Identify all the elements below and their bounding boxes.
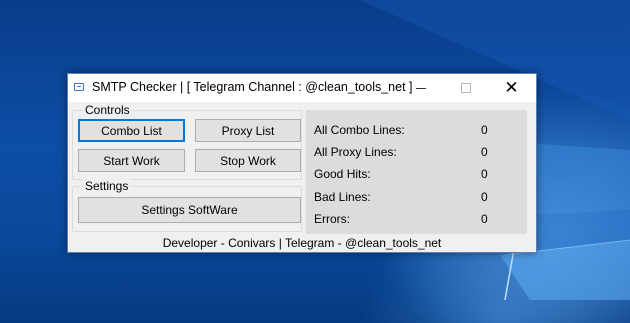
stop-work-button[interactable]: Stop Work [195,149,301,172]
window-title: SMTP Checker | [ Telegram Channel : @cle… [92,80,413,94]
app-window-icon [74,83,84,91]
smtp-checker-window: SMTP Checker | [ Telegram Channel : @cle… [67,73,537,253]
stat-label: Errors: [314,212,350,226]
stat-label: All Proxy Lines: [314,145,397,159]
stat-value: 0 [481,123,488,137]
settings-software-button[interactable]: Settings SoftWare [78,197,301,223]
controls-group: Controls Combo List Proxy List Start Wor… [72,103,302,180]
maximize-icon [460,83,471,93]
settings-group-label: Settings [83,179,131,193]
stat-label: All Combo Lines: [314,123,405,137]
title-bar[interactable]: SMTP Checker | [ Telegram Channel : @cle… [68,74,536,102]
close-icon: ✕ [504,78,519,97]
combo-list-button[interactable]: Combo List [78,119,185,142]
stat-label: Good Hits: [314,167,371,181]
stat-value: 0 [481,167,488,181]
start-work-button[interactable]: Start Work [78,149,185,172]
maximize-button[interactable] [443,74,488,102]
stat-value: 0 [481,190,488,204]
minimize-icon [415,87,426,89]
minimize-button[interactable] [398,74,443,102]
proxy-list-button[interactable]: Proxy List [195,119,301,142]
close-button[interactable]: ✕ [489,74,534,102]
stat-value: 0 [481,145,488,159]
stats-panel: All Combo Lines: 0 All Proxy Lines: 0 Go… [306,110,527,234]
settings-group: Settings Settings SoftWare [72,179,302,232]
controls-group-label: Controls [83,103,132,117]
developer-footer: Developer - Conivars | Telegram - @clean… [162,236,442,250]
stat-label: Bad Lines: [314,190,371,204]
stat-value: 0 [481,212,488,226]
